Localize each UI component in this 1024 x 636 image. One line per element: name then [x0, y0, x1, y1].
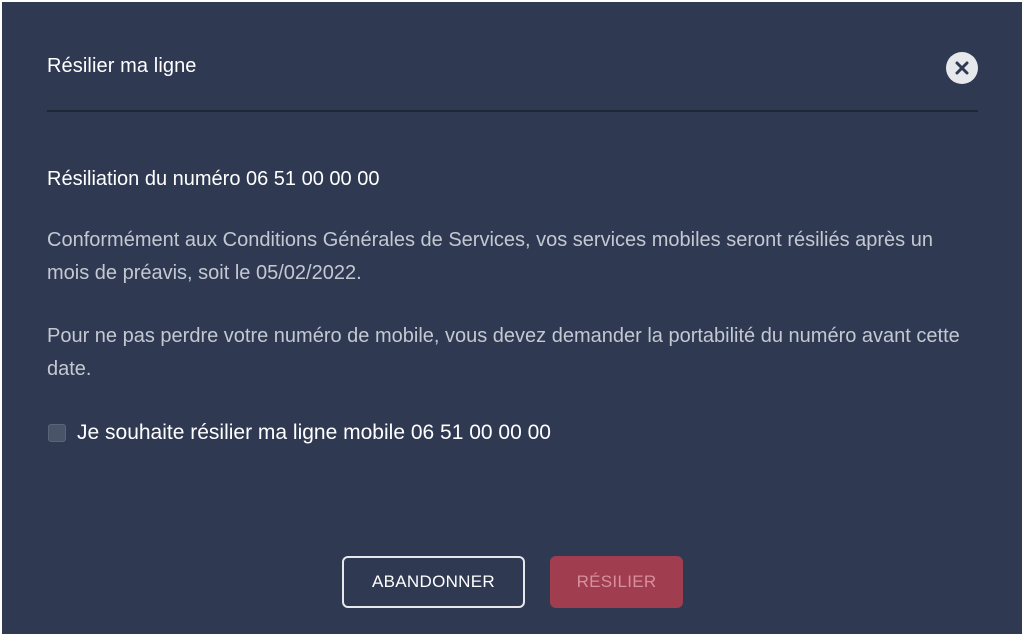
abandon-button[interactable]: ABANDONNER	[342, 556, 525, 608]
confirm-checkbox[interactable]	[48, 424, 66, 442]
confirm-checkbox-row[interactable]: Je souhaite résilier ma ligne mobile 06 …	[48, 418, 551, 448]
close-button[interactable]	[946, 52, 978, 84]
notice-paragraph: Conformément aux Conditions Générales de…	[47, 229, 933, 284]
subtitle-number-tail: 00 00 00	[301, 168, 380, 190]
subtitle-prefix: Résiliation du numéro 06 51	[47, 168, 297, 190]
close-icon	[955, 61, 969, 75]
resiliation-subtitle: Résiliation du numéro 06 51 00 00 00	[47, 168, 379, 191]
checkbox-label-number-tail: 00 00 00	[469, 421, 551, 444]
dialog-title: Résilier ma ligne	[47, 55, 197, 77]
dialog-header: Résilier ma ligne	[47, 42, 978, 112]
resiliation-dialog: Résilier ma ligne Résiliation du numéro …	[2, 2, 1022, 634]
checkbox-label-prefix: Je souhaite résilier ma ligne mobile 06 …	[77, 421, 464, 444]
resilier-button[interactable]: RÉSILIER	[550, 556, 683, 608]
portability-paragraph: Pour ne pas perdre votre numéro de mobil…	[47, 325, 960, 380]
confirm-checkbox-label[interactable]: Je souhaite résilier ma ligne mobile 06 …	[77, 421, 551, 445]
